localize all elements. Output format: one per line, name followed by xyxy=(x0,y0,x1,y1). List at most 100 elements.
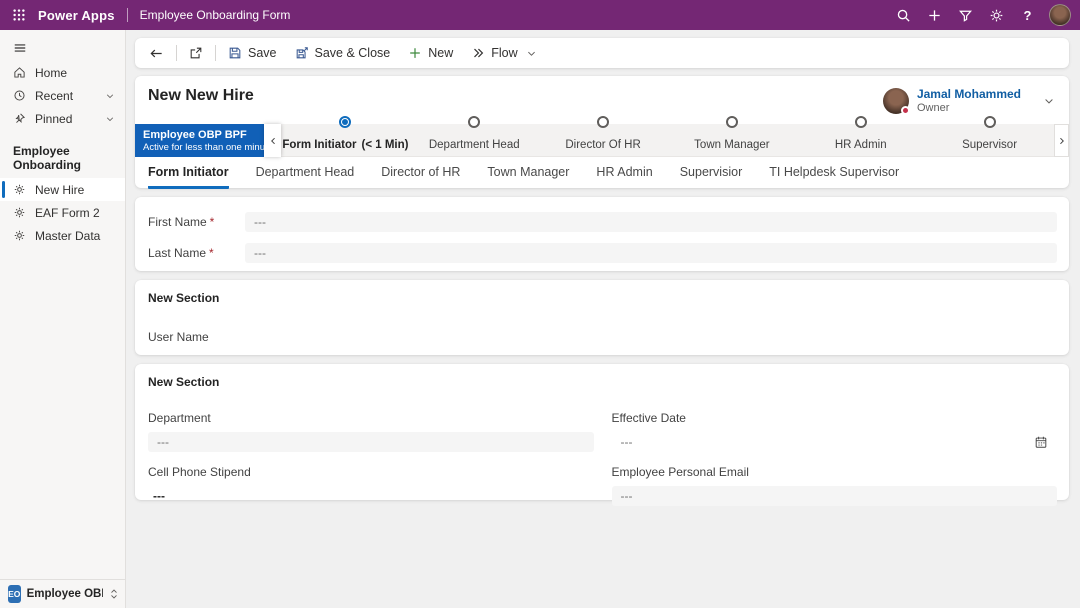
arrow-left-icon xyxy=(149,46,164,61)
field-cell-phone-stipend: Cell Phone Stipend --- xyxy=(148,465,594,506)
cell-phone-stipend-value[interactable]: --- xyxy=(148,486,594,506)
stage-duration: (< 1 Min) xyxy=(361,139,408,151)
header-expand-chevron-icon[interactable] xyxy=(1043,95,1055,107)
tab-hr-admin[interactable]: HR Admin xyxy=(596,165,652,189)
required-marker: * xyxy=(210,215,215,229)
command-divider xyxy=(215,45,216,61)
bpf-next-stages-button[interactable] xyxy=(1054,124,1069,157)
stage-label: Department Head xyxy=(429,139,520,151)
field-label: Employee Personal Email xyxy=(612,465,1058,479)
last-name-input[interactable]: --- xyxy=(245,243,1057,263)
search-icon xyxy=(896,8,911,23)
flow-button[interactable]: Flow xyxy=(462,40,545,66)
bpf-stage-hr-admin[interactable]: HR Admin xyxy=(796,124,925,156)
top-app-bar: Power Apps Employee Onboarding Form xyxy=(0,0,1080,30)
stage-label: HR Admin xyxy=(835,139,887,151)
bpf-active-stage-box[interactable]: Employee OBP BPF Active for less than on… xyxy=(135,124,264,157)
entity-cog-icon xyxy=(13,229,26,242)
stage-circle-icon xyxy=(855,116,867,128)
help-button[interactable]: ? xyxy=(1012,0,1043,30)
sidebar-item-recent[interactable]: Recent xyxy=(0,84,125,107)
bpf-stage-department-head[interactable]: Department Head xyxy=(410,124,539,156)
command-bar: Save Save & Close New Flow xyxy=(135,38,1069,68)
environment-switcher[interactable]: EO Employee OBF - A... xyxy=(0,579,125,608)
bpf-stage-supervisor[interactable]: Supervisor xyxy=(925,124,1054,156)
tab-ti-helpdesk-supervisor[interactable]: TI Helpdesk Supervisor xyxy=(769,165,899,189)
app-title[interactable]: Employee Onboarding Form xyxy=(140,8,291,22)
form-section-user-name: New Section User Name xyxy=(135,280,1069,355)
sidebar-item-pinned[interactable]: Pinned xyxy=(0,107,125,130)
home-icon xyxy=(13,66,26,79)
sidebar-group-label: Employee Onboarding xyxy=(0,130,125,178)
settings-button[interactable] xyxy=(981,0,1012,30)
tab-supervisior[interactable]: Supervisior xyxy=(680,165,743,189)
first-name-input[interactable]: --- xyxy=(245,212,1057,232)
stage-circle-icon xyxy=(984,116,996,128)
bpf-status: Active for less than one minute xyxy=(143,142,256,153)
sidebar-item-master-data[interactable]: Master Data xyxy=(0,224,125,247)
owner-name-link[interactable]: Jamal Mohammed xyxy=(917,87,1021,101)
main-content: Save Save & Close New Flow xyxy=(126,30,1080,608)
presence-busy-dot xyxy=(901,106,910,115)
business-process-flow: Employee OBP BPF Active for less than on… xyxy=(135,124,1069,157)
site-map-sidebar: Home Recent Pinned Employee Onboarding xyxy=(0,30,126,608)
field-employee-personal-email: Employee Personal Email --- xyxy=(612,465,1058,506)
sidebar-item-label: Home xyxy=(35,66,67,80)
sidebar-item-label: Recent xyxy=(35,89,73,103)
back-button[interactable] xyxy=(140,40,173,66)
save-button[interactable]: Save xyxy=(219,40,286,66)
bpf-stage-town-manager[interactable]: Town Manager xyxy=(667,124,796,156)
calendar-icon[interactable] xyxy=(1034,435,1048,449)
required-marker: * xyxy=(209,246,214,260)
account-avatar[interactable] xyxy=(1049,4,1071,26)
record-header-card: New New Hire Jamal Mohammed Owner xyxy=(135,76,1069,188)
app-window: Power Apps Employee Onboarding Form xyxy=(0,0,1080,608)
chevron-left-icon xyxy=(268,136,278,146)
form-section-names: First Name* --- Last Name* --- xyxy=(135,197,1069,271)
department-input[interactable]: --- xyxy=(148,432,594,452)
sidebar-item-label: New Hire xyxy=(35,183,84,197)
sidebar-item-label: EAF Form 2 xyxy=(35,206,100,220)
chevron-down-icon xyxy=(105,91,115,101)
tab-form-initiator[interactable]: Form Initiator xyxy=(148,165,229,189)
field-label: First Name* xyxy=(148,215,245,229)
section-title: New Section xyxy=(148,375,1057,389)
gear-icon xyxy=(989,8,1004,23)
new-button[interactable]: New xyxy=(399,40,462,66)
field-label-text: Last Name xyxy=(148,246,206,260)
form-tabs: Form Initiator Department Head Director … xyxy=(135,157,1069,189)
app-launcher-button[interactable] xyxy=(0,0,38,30)
user-name-label: User Name xyxy=(148,330,1057,344)
save-and-close-button[interactable]: Save & Close xyxy=(286,40,400,66)
help-icon: ? xyxy=(1024,8,1032,23)
bpf-stage-form-initiator[interactable]: Form Initiator (< 1 Min) xyxy=(281,124,410,156)
entity-cog-icon xyxy=(13,183,26,196)
chevron-right-icon xyxy=(1057,136,1067,146)
employee-personal-email-input[interactable]: --- xyxy=(612,486,1058,506)
sidebar-item-home[interactable]: Home xyxy=(0,61,125,84)
tab-department-head[interactable]: Department Head xyxy=(256,165,355,189)
open-in-new-window-button[interactable] xyxy=(180,40,212,66)
bpf-name: Employee OBP BPF xyxy=(143,129,256,141)
owner-field: Jamal Mohammed Owner xyxy=(883,87,1057,114)
search-button[interactable] xyxy=(888,0,919,30)
tab-town-manager[interactable]: Town Manager xyxy=(487,165,569,189)
flow-icon xyxy=(471,46,485,60)
sitemap-collapse-button[interactable] xyxy=(0,35,40,61)
bpf-collapse-button[interactable] xyxy=(264,124,281,157)
environment-badge: EO xyxy=(8,585,21,603)
owner-avatar[interactable] xyxy=(883,88,909,114)
filter-button[interactable] xyxy=(950,0,981,30)
effective-date-input[interactable]: --- xyxy=(612,432,1058,452)
sidebar-item-new-hire[interactable]: New Hire xyxy=(0,178,125,201)
field-label-text: First Name xyxy=(148,215,207,229)
bpf-stage-director-of-hr[interactable]: Director Of HR xyxy=(539,124,668,156)
chevron-down-icon xyxy=(526,48,537,59)
brand-title: Power Apps xyxy=(38,8,115,23)
filter-icon xyxy=(958,8,973,23)
tab-director-of-hr[interactable]: Director of HR xyxy=(381,165,460,189)
quick-create-button[interactable] xyxy=(919,0,950,30)
sidebar-item-eaf-form-2[interactable]: EAF Form 2 xyxy=(0,201,125,224)
owner-texts: Jamal Mohammed Owner xyxy=(917,87,1021,114)
save-icon xyxy=(228,46,242,60)
